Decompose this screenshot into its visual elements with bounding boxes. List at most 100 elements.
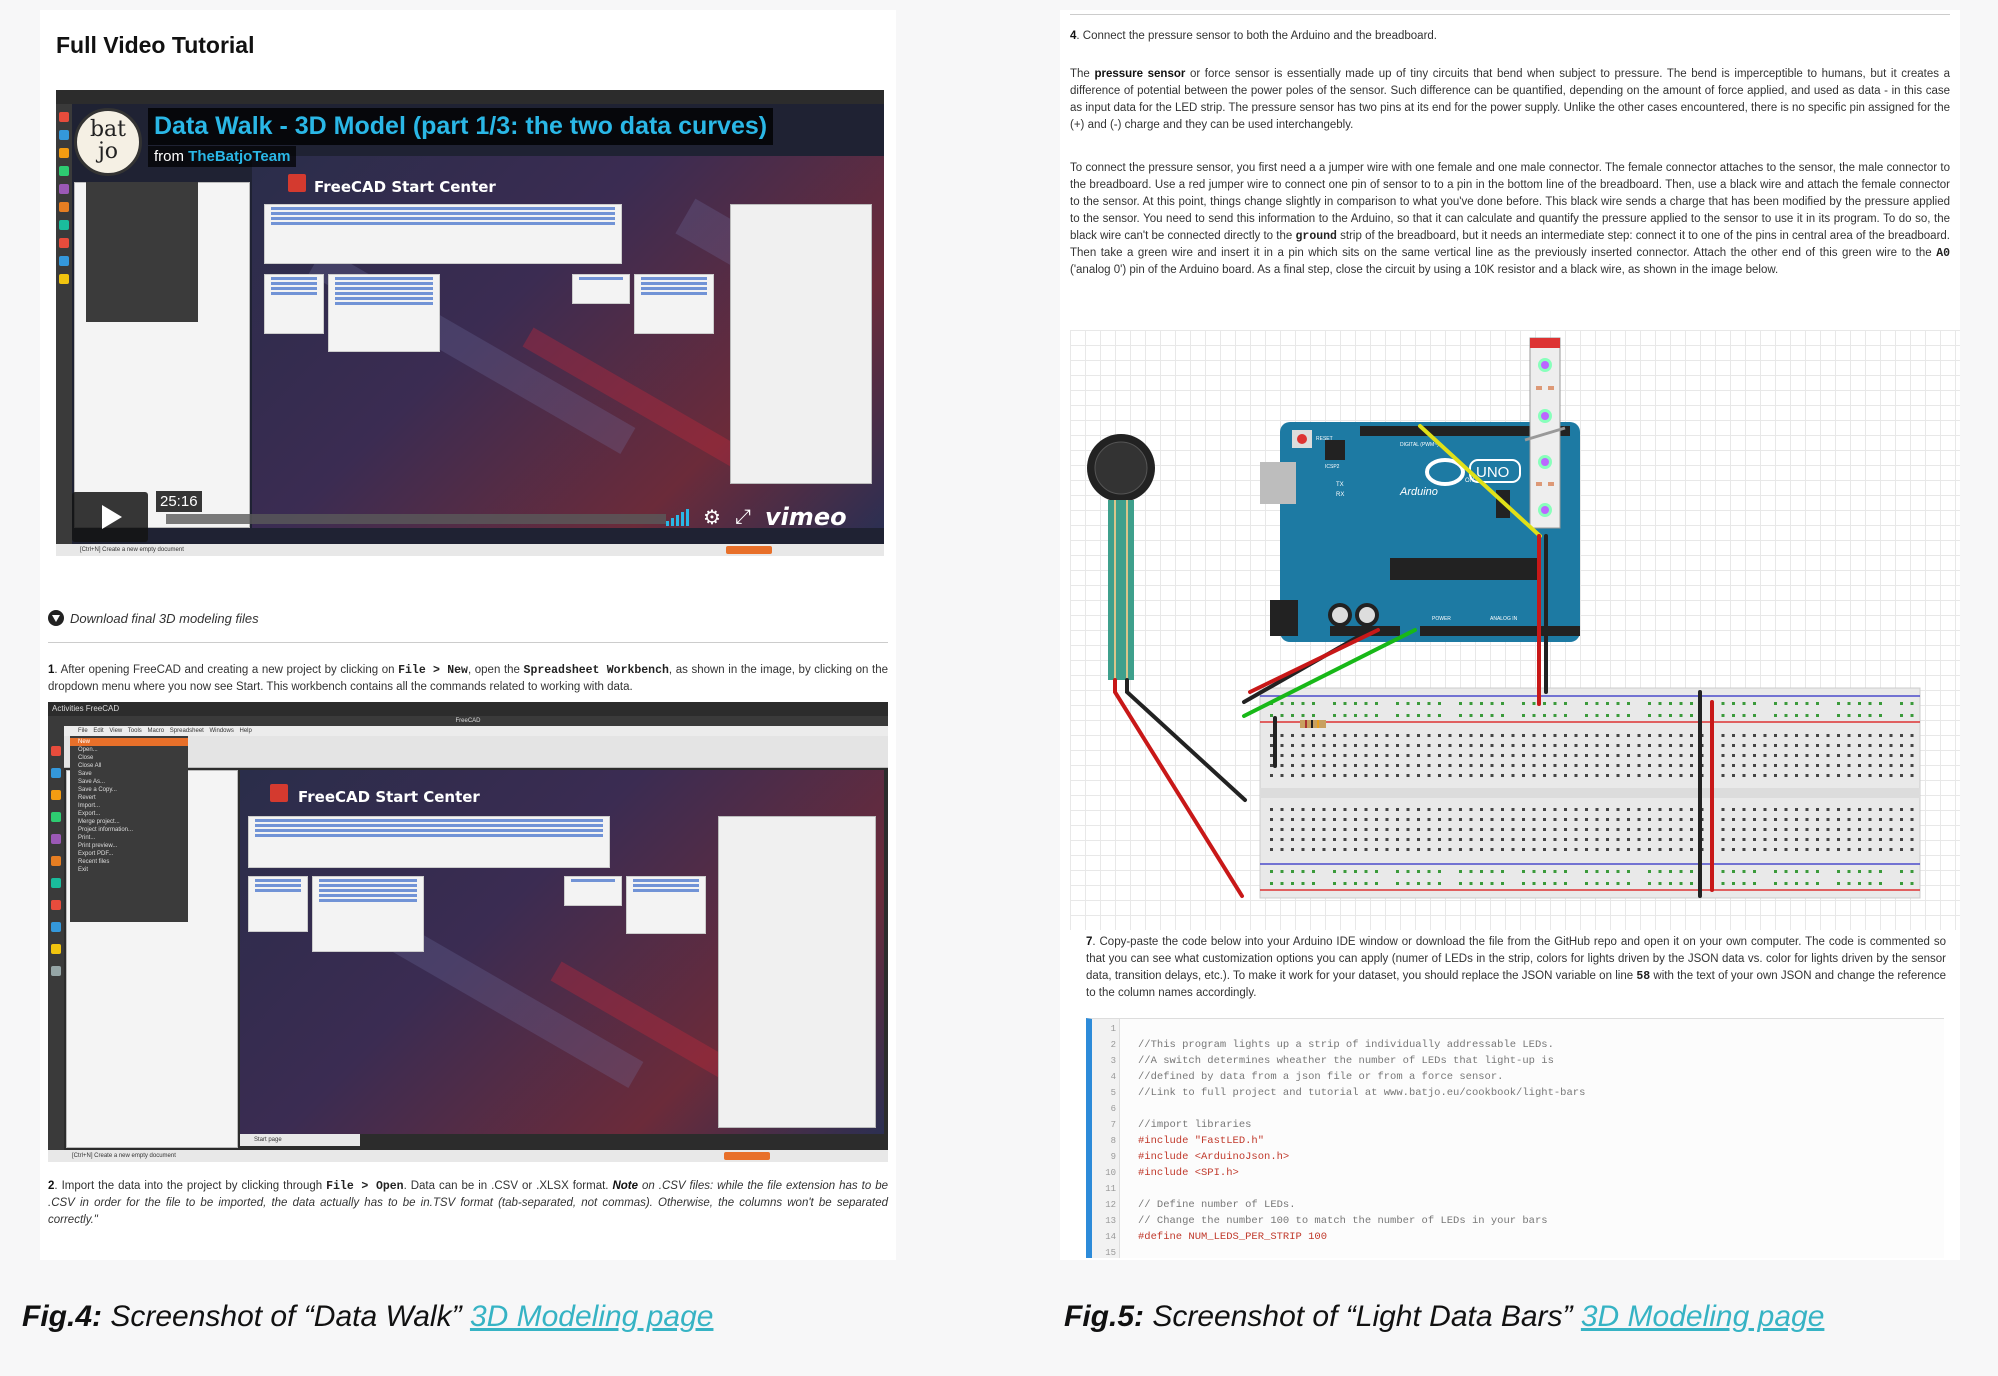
- line-number: 11: [1105, 1184, 1116, 1194]
- video-app-topbar: [56, 90, 884, 104]
- code-text: #define NUM_LEDS_PER_STRIP 100: [1138, 1231, 1328, 1243]
- fig5-caption: Fig.5: Screenshot of “Light Data Bars” 3…: [1064, 1300, 1825, 1333]
- line-number: 13: [1105, 1216, 1116, 1226]
- code-block[interactable]: 1 2//This program lights up a strip of in…: [1086, 1018, 1944, 1258]
- code-text: //Link to full project and tutorial at w…: [1138, 1087, 1586, 1099]
- shot2-dock: [48, 716, 64, 1162]
- code-text: #include <ArduinoJson.h>: [1138, 1151, 1290, 1163]
- connection-paragraph: To connect the pressure sensor, you firs…: [1070, 162, 1950, 276]
- video-controls: ⚙ ⤢ vimeo: [666, 502, 847, 532]
- fig4-caption: Fig.4: Screenshot of “Data Walk” 3D Mode…: [22, 1300, 714, 1333]
- analog-label: ANALOG IN: [1490, 616, 1518, 622]
- line-number: 12: [1105, 1200, 1116, 1210]
- line-number: 10: [1105, 1168, 1116, 1178]
- settings-gear-icon[interactable]: ⚙: [703, 505, 721, 530]
- shot2-topbar: Activities FreeCAD: [48, 702, 888, 716]
- arduino-brand: Arduino: [1399, 486, 1438, 498]
- code-text: //import libraries: [1138, 1119, 1252, 1131]
- vimeo-logo[interactable]: vimeo: [765, 503, 847, 531]
- led-strip: [1524, 337, 1566, 529]
- step-4-text: 4. Connect the pressure sensor to both t…: [1070, 30, 1437, 42]
- step-7-text: 7. Copy-paste the code below into your A…: [1086, 936, 1946, 999]
- shot2-on-the-web: [626, 876, 706, 934]
- freecad-logo-icon: [288, 174, 306, 192]
- right-page-screenshot: 4. Connect the pressure sensor to both t…: [1060, 10, 1960, 1260]
- line-number: 5: [1110, 1088, 1116, 1098]
- shot2-right-box: [718, 816, 876, 1128]
- code-text: #include "FastLED.h": [1138, 1135, 1265, 1147]
- freecad-screenshot: Activities FreeCAD FreeCAD File Edit Vie…: [48, 702, 888, 1162]
- shot2-recent-files: [248, 816, 610, 868]
- video-title[interactable]: Data Walk - 3D Model (part 1/3: the two …: [154, 112, 767, 141]
- play-icon[interactable]: [72, 492, 148, 542]
- pressure-sensor-paragraph: The pressure sensor or force sensor is e…: [1070, 68, 1950, 131]
- top-divider: [1070, 14, 1950, 15]
- line-number: 14: [1105, 1232, 1116, 1242]
- video-progress-badge: [726, 546, 772, 554]
- shot2-start-project: [248, 876, 308, 932]
- left-page-screenshot: Full Video Tutorial FreeCAD Start Center: [40, 10, 896, 1260]
- breadboard: [1259, 687, 1921, 899]
- line-number: 4: [1110, 1072, 1116, 1082]
- line-number: 1: [1110, 1024, 1116, 1034]
- video-progress-bar[interactable]: [166, 514, 666, 524]
- code-text: //defined by data from a json file or fr…: [1138, 1071, 1504, 1083]
- fig4-link[interactable]: 3D Modeling page: [470, 1300, 714, 1333]
- shot2-examples: [312, 876, 424, 952]
- video-dock: [56, 104, 72, 556]
- resistor: [1300, 720, 1326, 728]
- uno-label: UNO: [1476, 464, 1509, 481]
- shot2-tab: Start page: [240, 1134, 360, 1146]
- fullscreen-icon[interactable]: ⤢: [735, 506, 751, 529]
- shot2-freecad-logo-icon: [270, 784, 288, 802]
- download-link[interactable]: Download final 3D modeling files: [48, 610, 259, 626]
- line-number: 9: [1110, 1152, 1116, 1162]
- freecad-title: FreeCAD Start Center: [314, 178, 496, 196]
- video-player[interactable]: FreeCAD Start Center [Ctrl+N] Create a n…: [56, 90, 884, 556]
- red-wire-sensor: [1113, 678, 1244, 898]
- download-label: Download final 3D modeling files: [70, 610, 259, 626]
- shot2-file-menu: New Open... Close Close All Save Save As…: [70, 736, 188, 922]
- code-text: //This program lights up a strip of indi…: [1138, 1039, 1554, 1051]
- line-number: 2: [1110, 1040, 1116, 1050]
- line-number: 8: [1110, 1136, 1116, 1146]
- shot2-latest-commits: [564, 876, 622, 906]
- tx-label: TX: [1336, 482, 1344, 488]
- video-file-menu: [86, 182, 198, 322]
- fig5-link[interactable]: 3D Modeling page: [1581, 1300, 1825, 1333]
- shot2-window-title: FreeCAD: [48, 716, 888, 726]
- video-freecad-start: FreeCAD Start Center: [252, 156, 884, 528]
- video-duration: 25:16: [156, 491, 202, 512]
- circuit-diagram: RESET ICSP2 DIGITAL (PWM~) ANALOG IN POW…: [1070, 330, 1960, 930]
- download-icon: [48, 610, 64, 626]
- pressure-sensor: [1087, 434, 1155, 680]
- video-author-link[interactable]: TheBatjoTeam: [188, 148, 290, 165]
- code-text: //A switch determines wheather the numbe…: [1138, 1055, 1554, 1067]
- line-number: 3: [1110, 1056, 1116, 1066]
- shot2-start-center: FreeCAD Start Center: [240, 770, 884, 1134]
- power-label: POWER: [1432, 616, 1451, 622]
- line-number: 15: [1105, 1248, 1116, 1258]
- step-2-text: 2. Import the data into the project by c…: [48, 1180, 888, 1226]
- line-number: 6: [1110, 1104, 1116, 1114]
- code-text: // Define number of LEDs.: [1138, 1199, 1296, 1211]
- rx-label: RX: [1336, 492, 1344, 498]
- divider: [48, 642, 888, 643]
- volume-icon[interactable]: [666, 508, 689, 526]
- line-number: 7: [1110, 1120, 1116, 1130]
- video-title-box: Data Walk - 3D Model (part 1/3: the two …: [148, 108, 774, 145]
- shot2-progress-badge: [724, 1152, 770, 1160]
- section-heading: Full Video Tutorial: [56, 32, 255, 58]
- circuit-svg: RESET ICSP2 DIGITAL (PWM~) ANALOG IN POW…: [1087, 337, 1921, 899]
- start-project-card: [264, 274, 324, 334]
- video-author: from TheBatjoTeam: [148, 146, 297, 167]
- recent-files-card: [264, 204, 622, 264]
- latest-commits-card: [572, 274, 630, 304]
- icsp-label: ICSP2: [1325, 464, 1340, 470]
- shot2-menubar: File Edit View Tools Macro Spreadsheet W…: [64, 726, 888, 736]
- shot2-freecad-title: FreeCAD Start Center: [298, 788, 480, 806]
- examples-card: [328, 274, 440, 352]
- batjo-logo: bat jo: [74, 108, 142, 176]
- video-right-box: [730, 204, 872, 484]
- on-the-web-card: [634, 274, 714, 334]
